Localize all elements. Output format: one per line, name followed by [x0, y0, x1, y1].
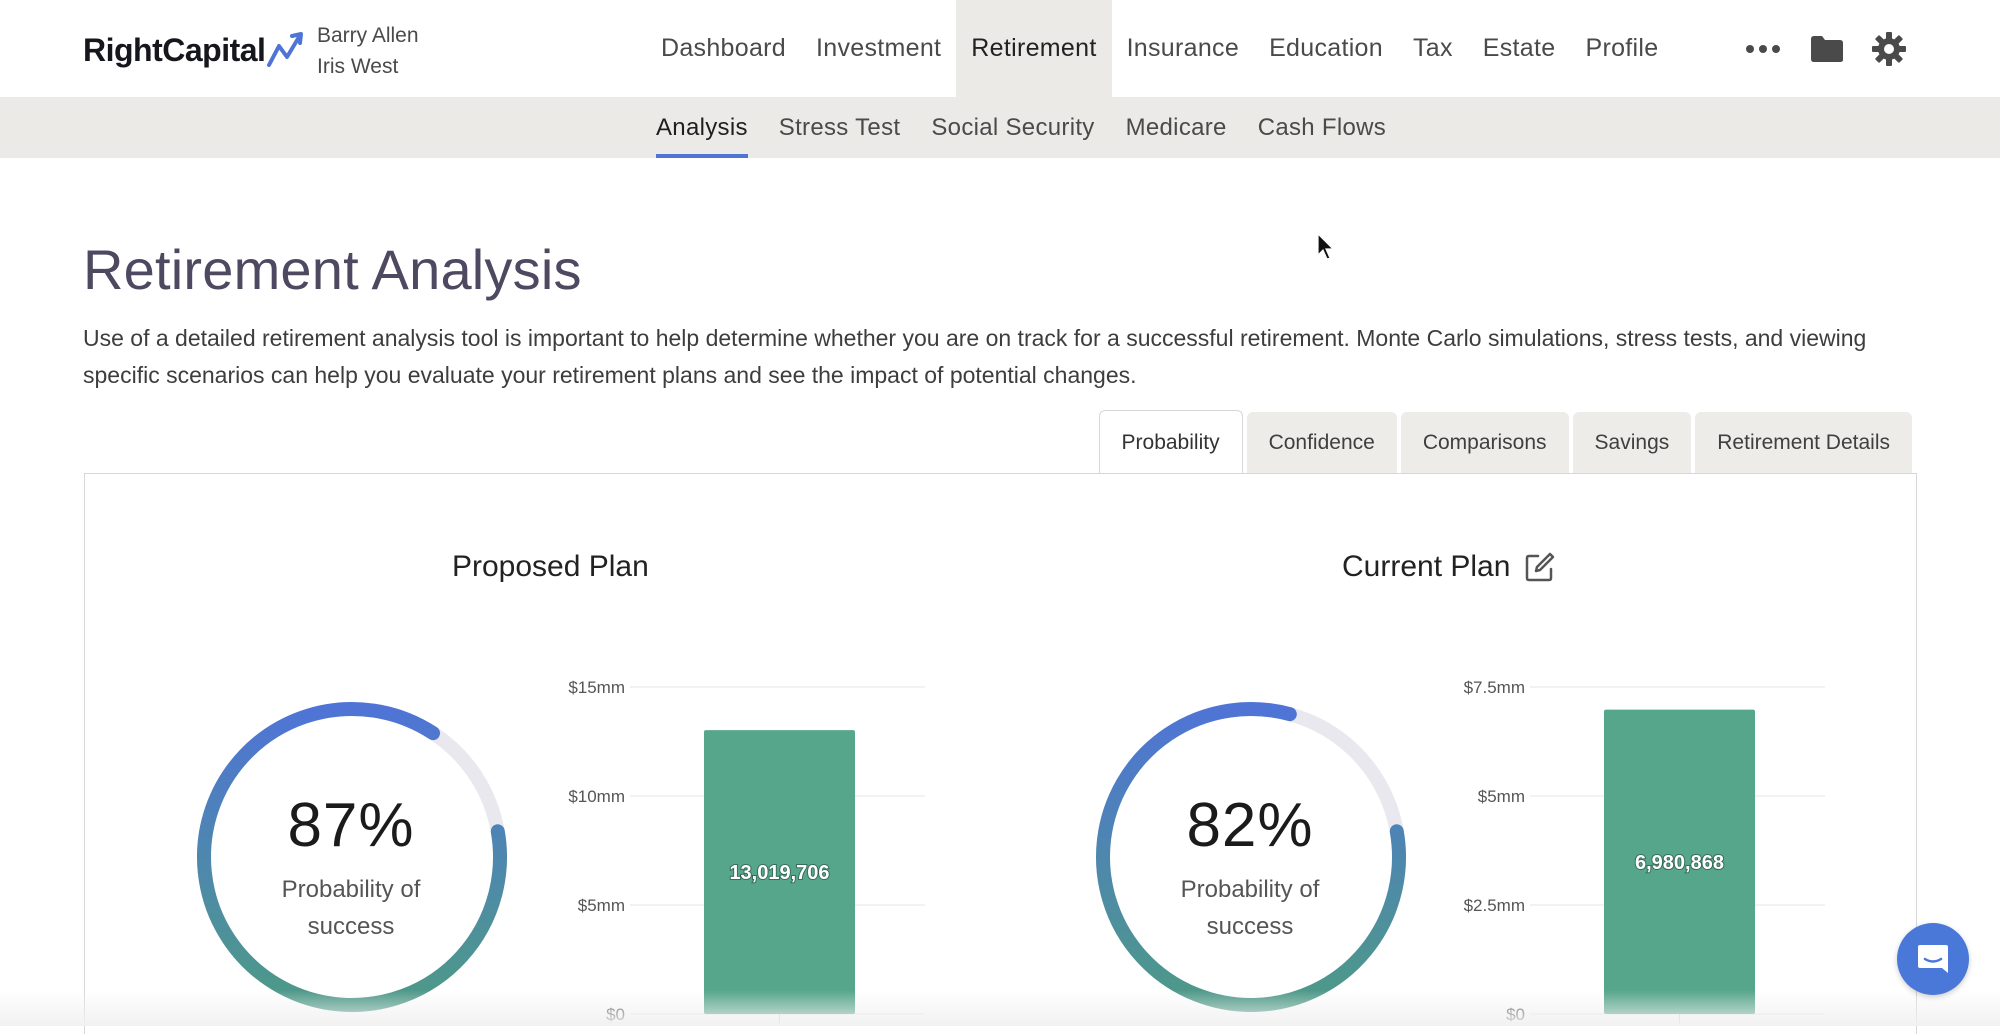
gear-icon[interactable] — [1870, 30, 1908, 68]
proposed-success-label: Probability of success — [251, 871, 451, 945]
nav-retirement[interactable]: Retirement — [956, 0, 1112, 97]
proposed-ytick-label: $15mm — [568, 678, 625, 697]
current-success-label-line1: Probability of — [1180, 876, 1320, 903]
page-description: Use of a detailed retirement analysis to… — [83, 325, 1867, 388]
current-ytick-label: $2.5mm — [1464, 896, 1525, 915]
top-bar: RightCapital Barry Allen Iris West Dashb… — [0, 0, 2000, 97]
edit-icon[interactable] — [1524, 551, 1556, 583]
current-success-label: Probability of success — [1150, 871, 1350, 945]
rightcapital-logo[interactable]: RightCapital — [83, 28, 307, 72]
analysis-tabs: Probability Confidence Comparisons Savin… — [1095, 409, 1912, 475]
subnav-cash-flows[interactable]: Cash Flows — [1258, 97, 1386, 158]
current-bar-value-label: 6,980,868 — [1635, 852, 1724, 874]
current-success-label-line2: success — [1206, 913, 1294, 940]
more-dots-icon — [1746, 45, 1780, 53]
subnav-stress-test[interactable]: Stress Test — [779, 97, 901, 158]
logo-text: RightCapital — [83, 31, 266, 68]
proposed-percent: 87% — [287, 791, 415, 860]
client-names[interactable]: Barry Allen Iris West — [317, 20, 419, 82]
proposed-plan-title-text: Proposed Plan — [452, 550, 649, 583]
tab-savings[interactable]: Savings — [1572, 412, 1692, 474]
page-title: Retirement Analysis — [83, 238, 582, 301]
chat-button[interactable] — [1897, 923, 1969, 995]
more-icon[interactable] — [1744, 30, 1782, 68]
proposed-ytick-label: $5mm — [578, 896, 625, 915]
nav-investment[interactable]: Investment — [801, 0, 956, 97]
tab-confidence[interactable]: Confidence — [1246, 412, 1397, 474]
logo-arrow-icon — [267, 32, 304, 67]
tab-retirement-details[interactable]: Retirement Details — [1695, 412, 1912, 474]
nav-insurance[interactable]: Insurance — [1112, 0, 1255, 97]
nav-estate[interactable]: Estate — [1468, 0, 1571, 97]
current-percent: 82% — [1186, 791, 1314, 860]
tab-probability[interactable]: Probability — [1098, 410, 1243, 475]
proposed-success-label-line2: success — [307, 913, 395, 940]
pencil-square-icon — [1526, 552, 1555, 582]
nav-profile[interactable]: Profile — [1570, 0, 1673, 97]
client-name-spouse: Iris West — [317, 55, 399, 78]
current-ytick-label: $0 — [1506, 1005, 1525, 1024]
current-plan-title-text: Current Plan — [1342, 550, 1511, 583]
current-ytick-label: $7.5mm — [1464, 678, 1525, 697]
nav-dashboard[interactable]: Dashboard — [646, 0, 801, 97]
current-assets-bar-chart: $0 $2.5mm $5mm $7.5mm 6,980,868 — [1464, 678, 1825, 1024]
tab-comparisons[interactable]: Comparisons — [1400, 412, 1569, 474]
proposed-bar-value-label: 13,019,706 — [729, 862, 829, 884]
subnav-analysis[interactable]: Analysis — [656, 97, 748, 158]
current-ytick-label: $5mm — [1478, 787, 1525, 806]
chat-icon — [1918, 945, 1948, 973]
nav-education[interactable]: Education — [1254, 0, 1398, 97]
current-plan-title: Current Plan — [1342, 550, 1556, 584]
mouse-cursor-icon — [1317, 233, 1335, 260]
client-name-primary: Barry Allen — [317, 24, 419, 47]
subnav-social-security[interactable]: Social Security — [931, 97, 1094, 158]
proposed-assets-bar-chart: $0 $5mm $10mm $15mm 13,019,706 — [568, 678, 925, 1024]
nav-tax[interactable]: Tax — [1398, 0, 1468, 97]
proposed-success-label-line1: Probability of — [281, 876, 421, 903]
proposed-plan-title: Proposed Plan — [452, 550, 649, 584]
folder-shape-icon — [1811, 36, 1843, 62]
subnav-medicare[interactable]: Medicare — [1126, 97, 1227, 158]
gear-shape-icon — [1872, 32, 1906, 66]
proposed-ytick-label: $0 — [606, 1005, 625, 1024]
sub-nav: Analysis Stress Test Social Security Med… — [0, 97, 2000, 158]
main-nav: Dashboard Investment Retirement Insuranc… — [646, 0, 1673, 97]
folder-icon[interactable] — [1808, 30, 1846, 68]
proposed-ytick-label: $10mm — [568, 787, 625, 806]
